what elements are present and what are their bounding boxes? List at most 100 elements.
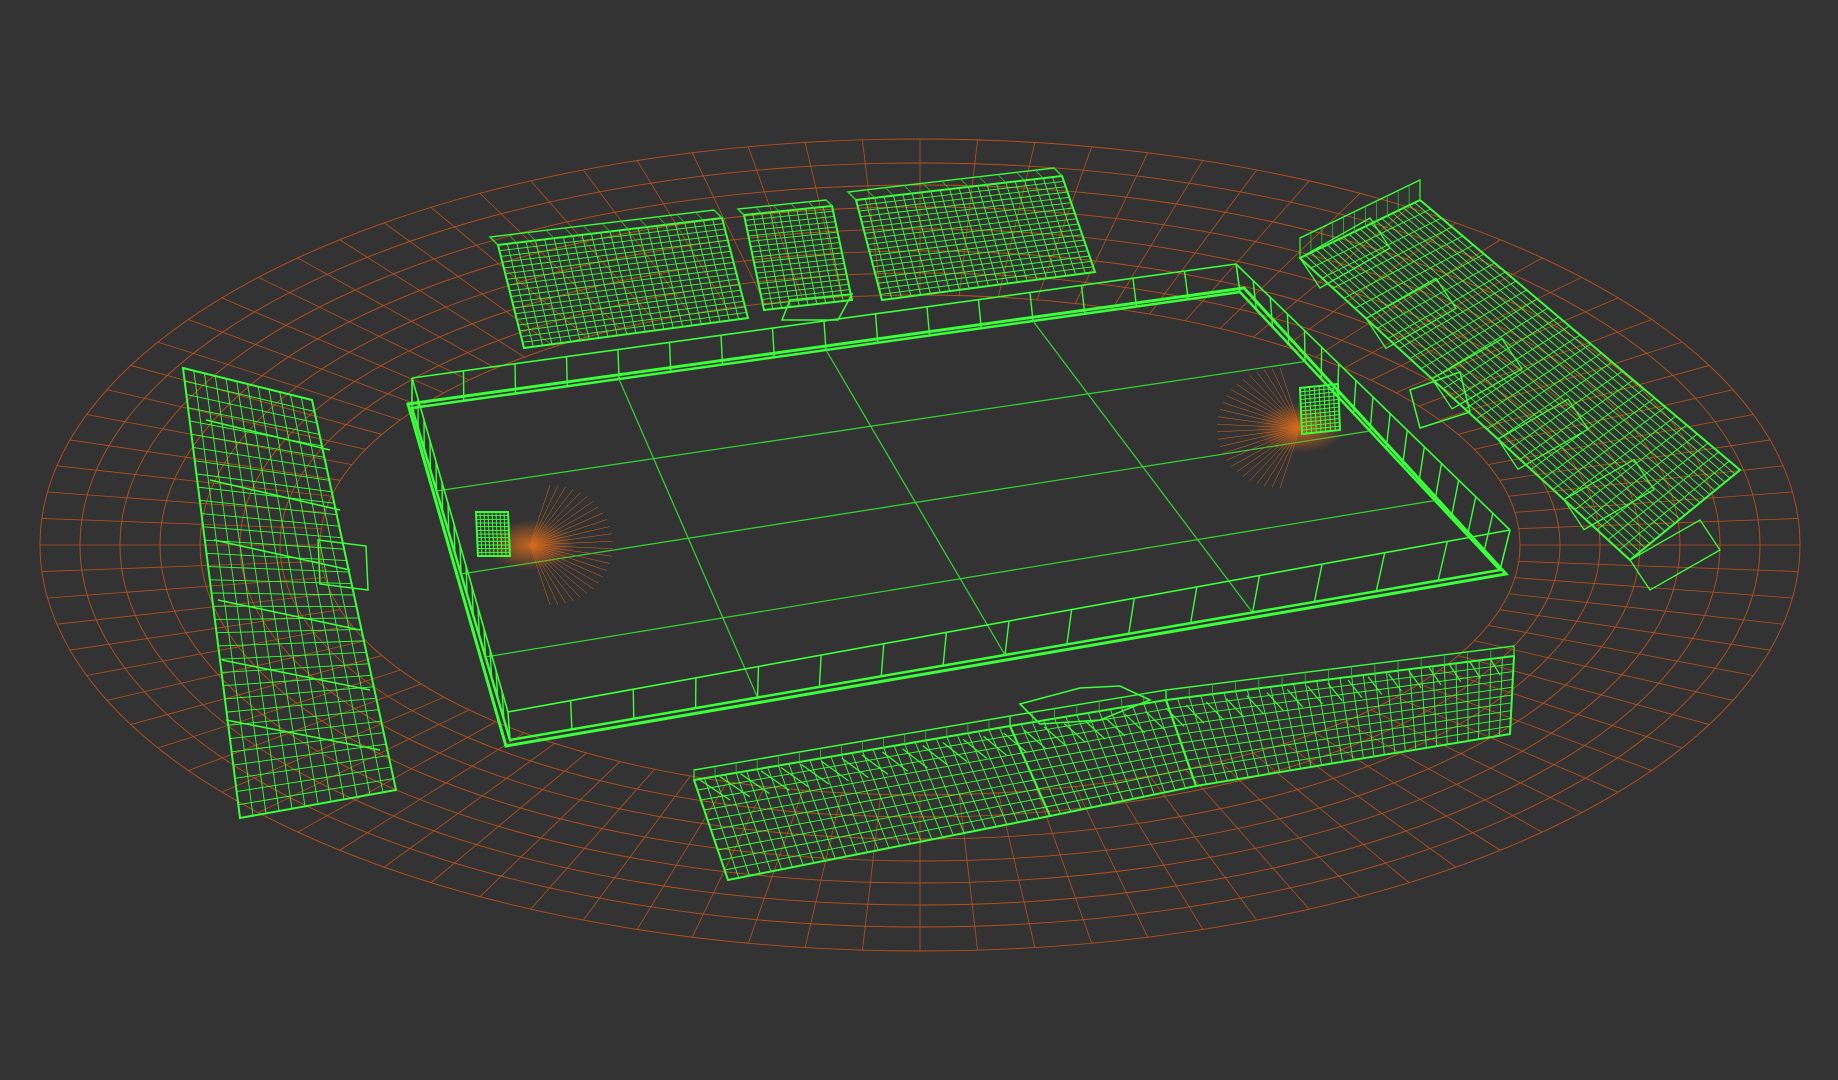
north-stand-right-rib [866, 189, 876, 199]
north-stand-right-rib [1053, 167, 1063, 177]
north-stand-left-face [512, 273, 737, 303]
track-spoke [479, 761, 621, 897]
west-stand-tier [221, 659, 371, 691]
track-spoke [56, 465, 332, 497]
north-stand-mid-face [762, 294, 851, 306]
track-spoke [47, 577, 326, 599]
perimeter-wall [406, 263, 1511, 748]
south-seat-row [902, 748, 928, 769]
wall-post [441, 482, 444, 512]
west-stand-face [192, 446, 327, 470]
west-stand-face [226, 697, 377, 713]
north-stand-left-face [506, 250, 731, 280]
west-stand-face [189, 420, 322, 447]
track-spoke [297, 257, 496, 369]
track-spoke [582, 775, 691, 921]
track-spoke [1219, 193, 1361, 329]
wall-post [1128, 598, 1135, 634]
east-stand-face [1464, 334, 1581, 410]
north-stand-left-face [509, 261, 734, 292]
north-stand-right-rib [978, 176, 988, 186]
track-spoke [1439, 669, 1683, 749]
track-spoke [1499, 609, 1771, 651]
north-stand-left-face [515, 284, 740, 315]
north-stand-right-rib [885, 187, 894, 196]
wall-post [942, 632, 948, 666]
track-spoke [41, 560, 322, 572]
wall-post [617, 349, 620, 380]
track-spoke [1112, 781, 1204, 930]
south-stand-left-face [721, 797, 1043, 861]
south-seat-row [800, 763, 830, 785]
north-stand-mid-rib [808, 201, 815, 209]
north-stand-left-rib [713, 209, 723, 219]
track-spoke [1518, 518, 1799, 530]
north-stand-left-face [500, 228, 725, 257]
west-stand-face [223, 674, 372, 687]
north-stand-mid-face [751, 242, 840, 253]
north-stand-left-rib [639, 218, 648, 228]
north-stand-right-face [863, 202, 1072, 229]
track-spoke [69, 609, 341, 651]
wall-post [880, 643, 885, 677]
north-stand-mid-rib [737, 208, 745, 216]
north-stand-right-face [879, 260, 1092, 290]
wireframe-scene[interactable] [0, 0, 1838, 1080]
east-stand-face [1519, 379, 1634, 460]
wall-post [459, 544, 462, 575]
north-stand-right-face [866, 212, 1075, 240]
wall-post [1437, 541, 1449, 581]
wall-post [1313, 563, 1323, 603]
east-stand-roof [1299, 178, 1421, 260]
south-stand [692, 645, 1516, 882]
west-stand-face [191, 433, 325, 458]
north-stand-right-face [873, 239, 1085, 268]
wall-post [1466, 496, 1477, 536]
south-stand-mid-face [1041, 768, 1191, 799]
3d-viewport[interactable] [0, 0, 1838, 1080]
north-stand-left-rib [564, 227, 573, 237]
south-seat-row [1327, 682, 1343, 702]
wall-post [818, 655, 822, 687]
track-spoke [1112, 160, 1204, 309]
north-stand-left-rib [583, 225, 592, 235]
goals [474, 382, 1342, 557]
track-spoke [221, 297, 445, 394]
pitch [410, 290, 1503, 742]
track-spoke [56, 593, 332, 625]
track-spoke [157, 341, 401, 421]
north-stand-mid-face [747, 221, 836, 232]
north-stand-right-rib [1034, 169, 1044, 179]
north-stand-left-face [518, 295, 743, 326]
wall-post [1066, 609, 1073, 645]
track-spoke [221, 696, 445, 793]
south-seat-row [1124, 713, 1146, 734]
track-spoke [1149, 775, 1258, 921]
track-spoke [1508, 593, 1784, 625]
north-stand-left-face [516, 289, 741, 320]
wall-post [1189, 586, 1198, 624]
north-stand-left-face [522, 311, 747, 343]
north-stand-left-rib [545, 229, 555, 239]
south-seat-row [1185, 704, 1205, 724]
north-stand-mid-face [755, 257, 844, 269]
track-spoke [1344, 257, 1543, 369]
north-stand-left-rib [508, 234, 517, 244]
north-stand-right-face [876, 250, 1088, 279]
north-stand-left-rib [620, 220, 629, 230]
west-stand-face [201, 513, 340, 527]
track-spoke [1253, 207, 1410, 338]
track-spoke [1285, 743, 1456, 868]
east-stand-face [1453, 325, 1570, 400]
south-seat-row [983, 735, 1007, 756]
west-stand-roof [182, 367, 313, 401]
wall-post [1434, 463, 1443, 501]
south-seat-row [1347, 679, 1363, 698]
south-seat-row [1388, 673, 1402, 692]
west-stand-face [199, 499, 337, 516]
east-stand-face [1541, 397, 1655, 480]
north-stand-mid-face [760, 283, 849, 295]
wall-post [435, 461, 438, 492]
west-stand-face [204, 539, 345, 550]
track-spoke [1488, 624, 1754, 676]
